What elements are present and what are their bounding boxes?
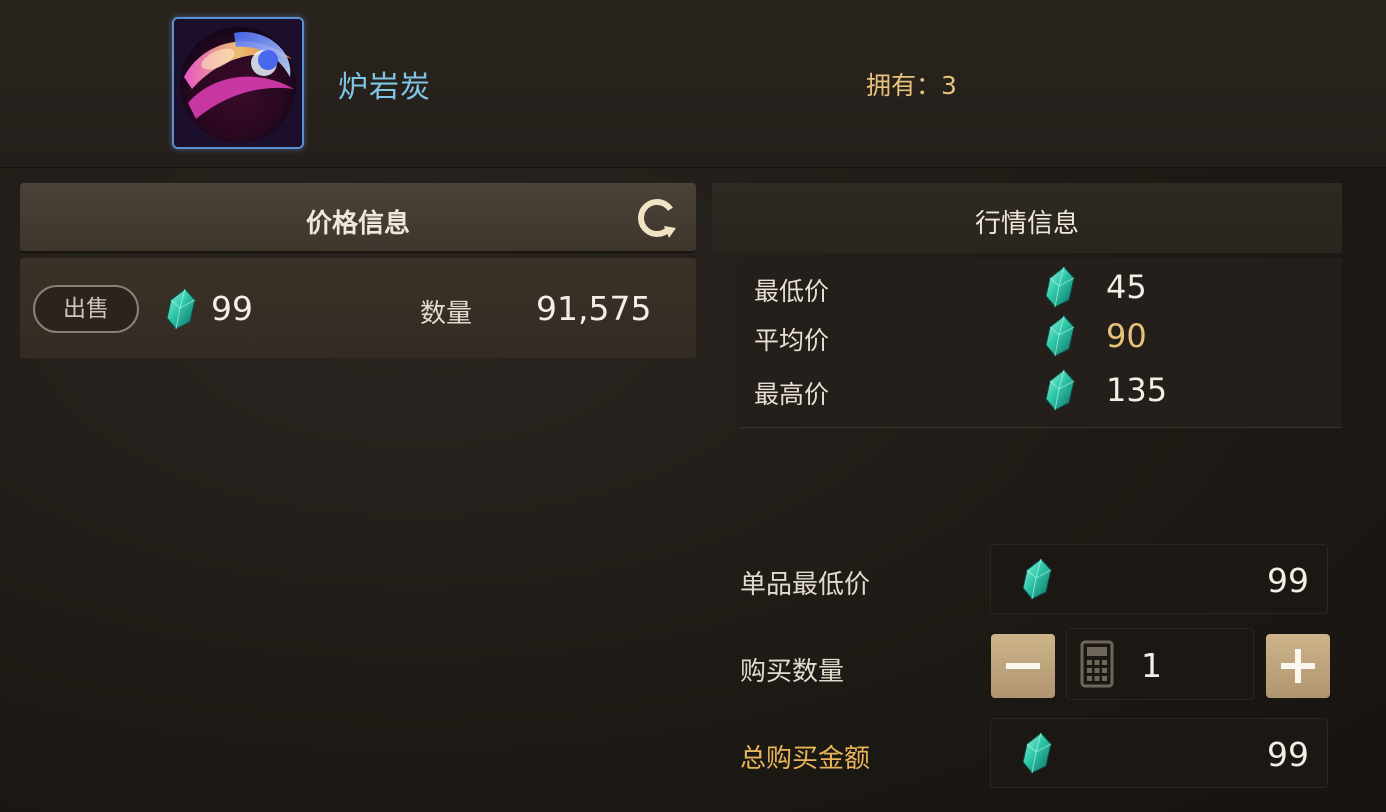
market-stats <box>740 258 1342 428</box>
calculator-icon[interactable] <box>1080 640 1114 688</box>
price-info-title: 价格信息 <box>305 209 410 239</box>
gem-icon <box>164 288 198 330</box>
avg-price-value: 90 <box>1106 317 1147 355</box>
owned-count: 拥有：3 <box>866 71 957 100</box>
total-amount-value: 99 <box>1267 735 1309 774</box>
unit-min-price-value: 99 <box>1267 561 1309 600</box>
listing-qty: 91,575 <box>536 289 652 328</box>
listing-price: 99 <box>211 289 253 328</box>
listing-qty-label: 数量 <box>420 299 473 329</box>
buy-qty-label: 购买数量 <box>740 657 845 687</box>
plus-button[interactable] <box>1266 634 1330 698</box>
gem-icon <box>1043 266 1077 308</box>
minus-button[interactable] <box>991 634 1055 698</box>
max-price-value: 135 <box>1106 371 1168 409</box>
sell-button[interactable]: 出售 <box>33 285 139 333</box>
max-price-label: 最高价 <box>754 380 830 409</box>
gem-icon <box>1020 732 1054 774</box>
gem-icon <box>1043 315 1077 357</box>
quantity-value: 1 <box>1141 646 1162 685</box>
item-name: 炉岩炭 <box>338 70 431 105</box>
gem-icon <box>1020 558 1054 600</box>
unit-min-price-label: 单品最低价 <box>740 570 871 600</box>
auction-item-window: 炉岩炭 拥有：3 价格信息 出售 99 数量 91,575 行情信息 最低价 4… <box>0 0 1386 812</box>
min-price-label: 最低价 <box>754 277 830 306</box>
min-price-value: 45 <box>1106 268 1147 306</box>
market-info-header: 行情信息 <box>712 183 1342 253</box>
price-info-header: 价格信息 <box>20 183 696 253</box>
total-amount-label: 总购买金额 <box>740 744 871 774</box>
lava-orb-icon <box>172 17 304 149</box>
plus-icon <box>1295 649 1301 683</box>
market-info-title: 行情信息 <box>974 209 1079 239</box>
refresh-icon[interactable] <box>634 195 680 241</box>
minus-icon <box>1006 663 1040 669</box>
avg-price-label: 平均价 <box>754 326 830 355</box>
gem-icon <box>1043 369 1077 411</box>
